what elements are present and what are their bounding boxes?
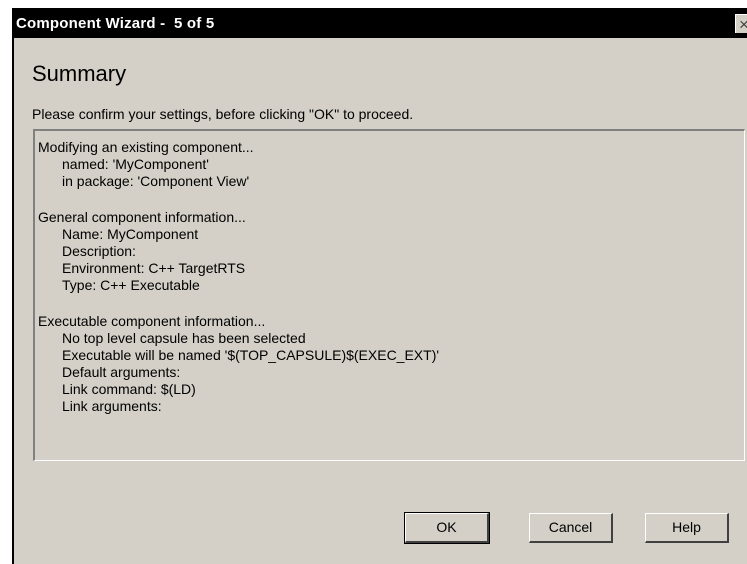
help-button[interactable]: Help [645, 513, 729, 543]
title-bar[interactable]: Component Wizard - 5 of 5 × [14, 9, 747, 38]
summary-text-box[interactable]: Modifying an existing component... named… [33, 129, 745, 461]
summary-line: Link arguments: [62, 398, 162, 414]
summary-line: Type: C++ Executable [62, 277, 200, 293]
summary-line: Executable will be named '$(TOP_CAPSULE)… [62, 347, 440, 363]
summary-group-modify: Modifying an existing component... named… [38, 139, 744, 190]
close-icon[interactable]: × [735, 14, 747, 33]
summary-group-general: General component information... Name: M… [38, 209, 744, 294]
summary-line: Default arguments: [62, 364, 181, 380]
summary-line: Link command: $(LD) [62, 381, 196, 397]
component-wizard-dialog: Component Wizard - 5 of 5 × Summary Plea… [12, 8, 747, 564]
summary-line: Description: [62, 243, 136, 259]
summary-line: named: 'MyComponent' [62, 156, 209, 172]
instructions-text: Please confirm your settings, before cli… [32, 106, 414, 122]
summary-line: No top level capsule has been selected [62, 330, 306, 346]
window-title: Component Wizard - 5 of 5 [16, 15, 215, 32]
summary-line: in package: 'Component View' [62, 173, 250, 189]
cancel-button[interactable]: Cancel [529, 513, 613, 543]
summary-group-executable: Executable component information... No t… [38, 313, 744, 415]
summary-line: Name: MyComponent [62, 226, 199, 242]
summary-line: Environment: C++ TargetRTS [62, 260, 246, 276]
summary-group-header: Executable component information... [38, 313, 266, 329]
ok-button[interactable]: OK [404, 512, 490, 544]
summary-group-header: Modifying an existing component... [38, 139, 254, 155]
page-title: Summary [32, 61, 127, 86]
summary-group-header: General component information... [38, 209, 246, 225]
